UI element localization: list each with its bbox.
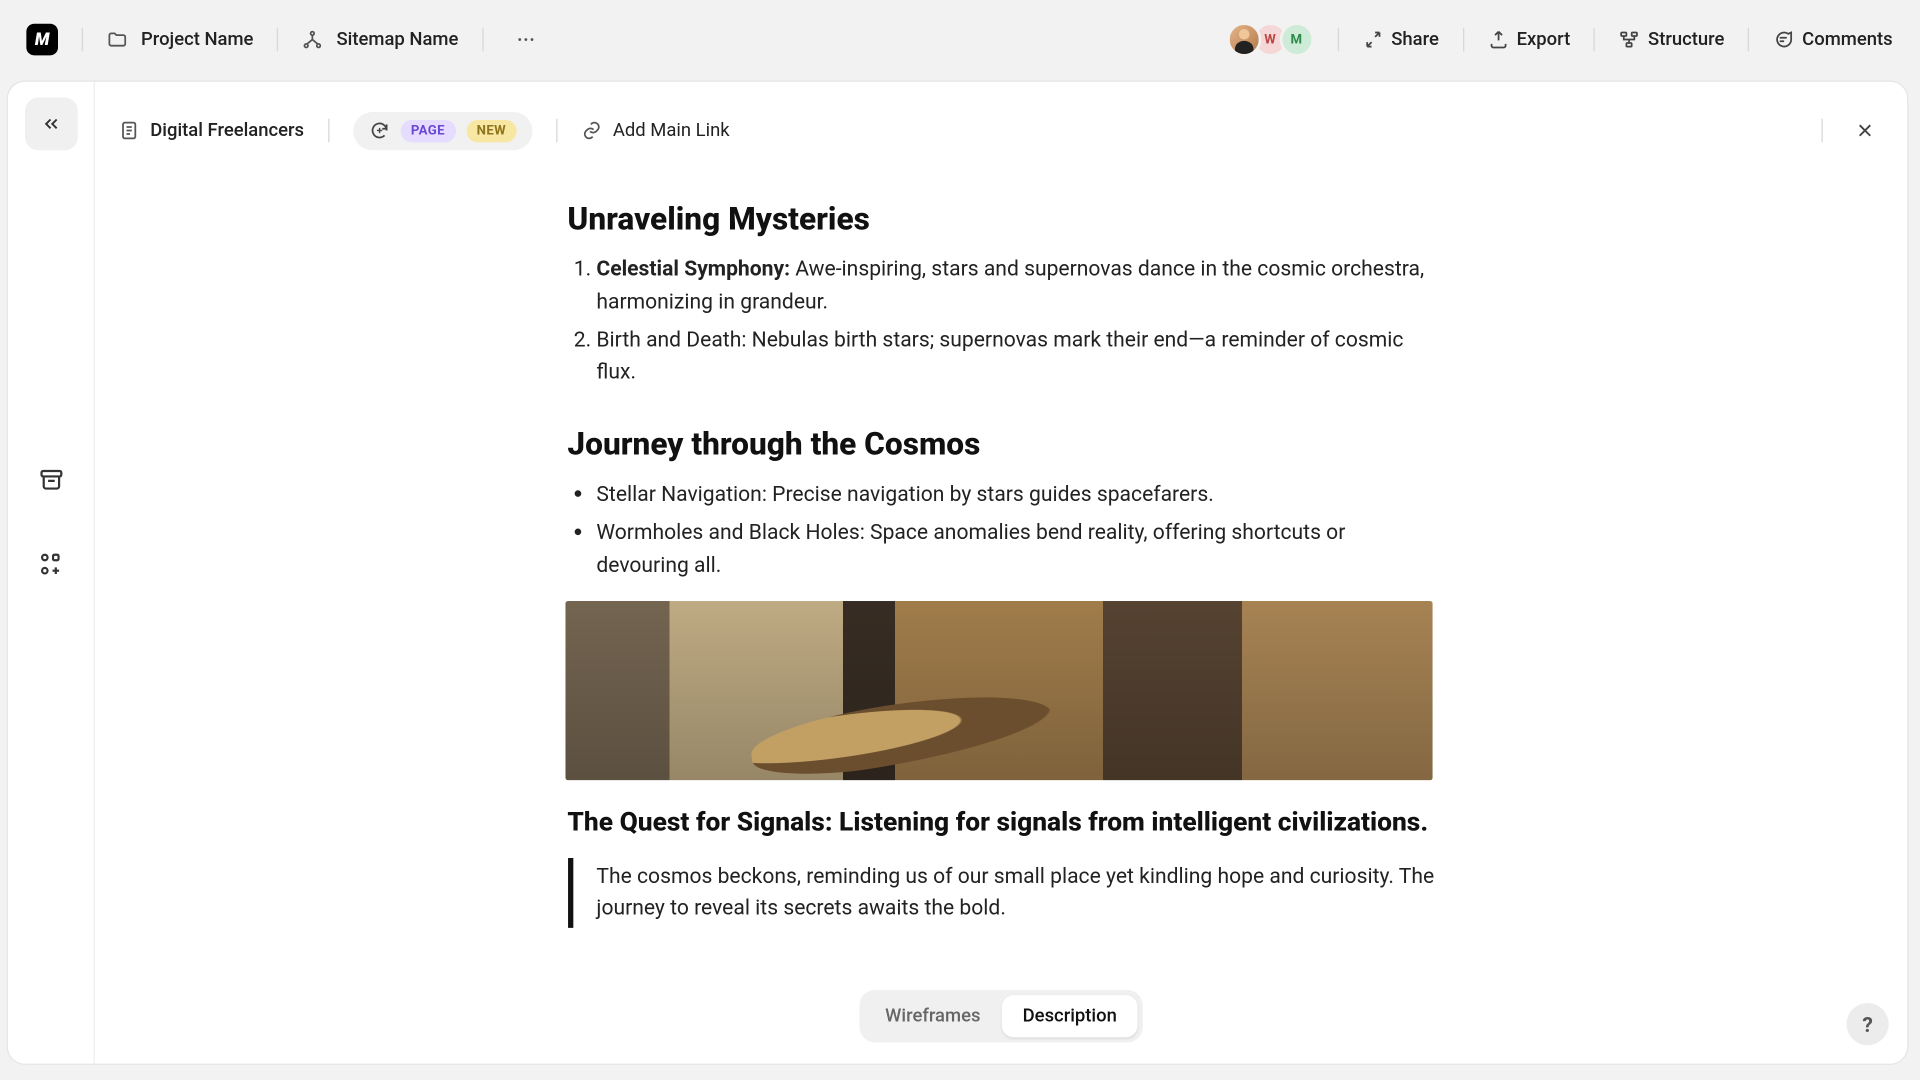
doc-title-text: Digital Freelancers (150, 120, 304, 141)
divider (1821, 119, 1822, 143)
rail-apps-button[interactable] (24, 538, 77, 591)
heading-1: Unraveling Mysteries (567, 200, 1434, 237)
avatar-user[interactable] (1226, 22, 1260, 56)
ol-item-1-strong: Celestial Symphony: (596, 256, 790, 281)
tab-wireframes[interactable]: Wireframes (864, 995, 1001, 1037)
sitemap-icon (302, 29, 323, 50)
ul-item-1: Stellar Navigation: Precise navigation b… (596, 479, 1434, 512)
divider (1594, 28, 1595, 52)
close-icon (1854, 120, 1875, 141)
more-button[interactable] (507, 21, 544, 58)
folder-icon (107, 29, 128, 50)
page-new-chip[interactable]: PAGE NEW (353, 111, 533, 149)
share-label: Share (1391, 29, 1439, 50)
document-icon (119, 120, 140, 141)
close-panel-button[interactable] (1847, 112, 1884, 149)
structure-icon (1619, 29, 1640, 50)
help-button[interactable]: ? (1847, 1003, 1889, 1045)
comments-icon (1773, 29, 1794, 50)
divider (82, 28, 83, 52)
divider (556, 119, 557, 143)
document-body: Unraveling Mysteries Celestial Symphony:… (567, 200, 1434, 928)
link-icon (581, 120, 602, 141)
export-button[interactable]: Export (1488, 29, 1571, 50)
rail-archive-button[interactable] (24, 453, 77, 506)
project-crumb[interactable]: Project Name (107, 29, 254, 50)
divider (328, 119, 329, 143)
blockquote: The cosmos beckons, reminding us of our … (567, 857, 1434, 928)
divider (1337, 28, 1338, 52)
comments-label: Comments (1802, 29, 1892, 50)
comments-button[interactable]: Comments (1773, 29, 1892, 50)
chevrons-left-icon (40, 113, 61, 134)
export-label: Export (1517, 29, 1571, 50)
ul-item-2: Wormholes and Black Holes: Space anomali… (596, 517, 1434, 582)
heading-3: The Quest for Signals: Listening for sig… (567, 803, 1434, 839)
archive-icon (38, 467, 64, 493)
structure-button[interactable]: Structure (1619, 29, 1724, 50)
app-logo[interactable]: M (26, 24, 58, 56)
add-main-link-button[interactable]: Add Main Link (581, 120, 729, 141)
share-icon (1362, 29, 1383, 50)
heading-2: Journey through the Cosmos (567, 426, 1434, 463)
project-name: Project Name (141, 29, 253, 50)
avatar-stack[interactable]: W M (1234, 22, 1313, 56)
pill-new: NEW (466, 119, 517, 141)
divider (1463, 28, 1464, 52)
doc-title-chip[interactable]: Digital Freelancers (119, 120, 304, 141)
more-horizontal-icon (515, 29, 536, 50)
divider (1748, 28, 1749, 52)
tab-description[interactable]: Description (1002, 995, 1138, 1037)
left-rail (8, 82, 95, 1064)
collapse-rail-button[interactable] (24, 98, 77, 151)
view-switch: Wireframes Description (859, 990, 1143, 1043)
ol-item-1: Celestial Symphony: Awe-inspiring, stars… (596, 253, 1434, 318)
inline-image (565, 600, 1432, 779)
divider (277, 28, 278, 52)
apps-add-icon (38, 551, 64, 577)
ol-item-2: Birth and Death: Nebulas birth stars; su… (596, 324, 1434, 389)
avatar-m[interactable]: M (1279, 22, 1313, 56)
structure-label: Structure (1648, 29, 1724, 50)
share-button[interactable]: Share (1362, 29, 1439, 50)
ol-item-2-text: Birth and Death: Nebulas birth stars; su… (596, 326, 1403, 384)
sitemap-crumb[interactable]: Sitemap Name (302, 29, 458, 50)
refresh-add-icon (369, 120, 390, 141)
add-main-link-label: Add Main Link (613, 120, 730, 141)
divider (482, 28, 483, 52)
export-icon (1488, 29, 1509, 50)
sitemap-name: Sitemap Name (336, 29, 458, 50)
pill-page: PAGE (400, 119, 455, 141)
